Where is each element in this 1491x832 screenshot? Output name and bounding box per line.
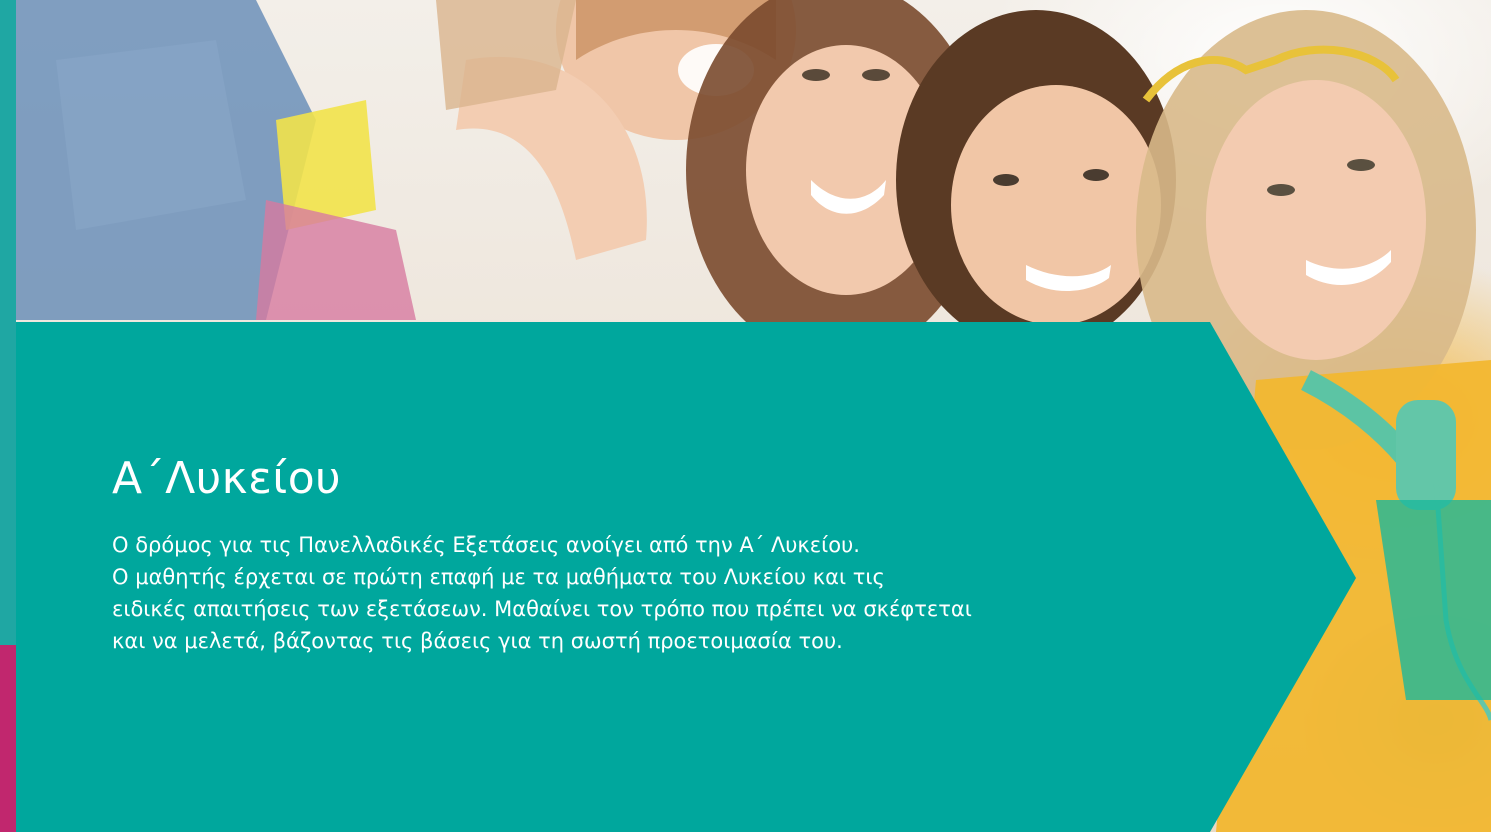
section-title: Α΄Λυκείου bbox=[112, 453, 342, 504]
page: Α΄Λυκείου Ο δρόμος για τις Πανελλαδικές … bbox=[0, 0, 1491, 832]
accent-stripe-magenta bbox=[0, 645, 16, 832]
section-paragraph: Ο δρόμος για τις Πανελλαδικές Εξετάσεις … bbox=[112, 533, 972, 654]
accent-stripe-teal bbox=[0, 0, 16, 645]
teal-chevron-panel bbox=[16, 322, 1356, 832]
content-block: Α΄Λυκείου Ο δρόμος για τις Πανελλαδικές … bbox=[112, 453, 1152, 657]
